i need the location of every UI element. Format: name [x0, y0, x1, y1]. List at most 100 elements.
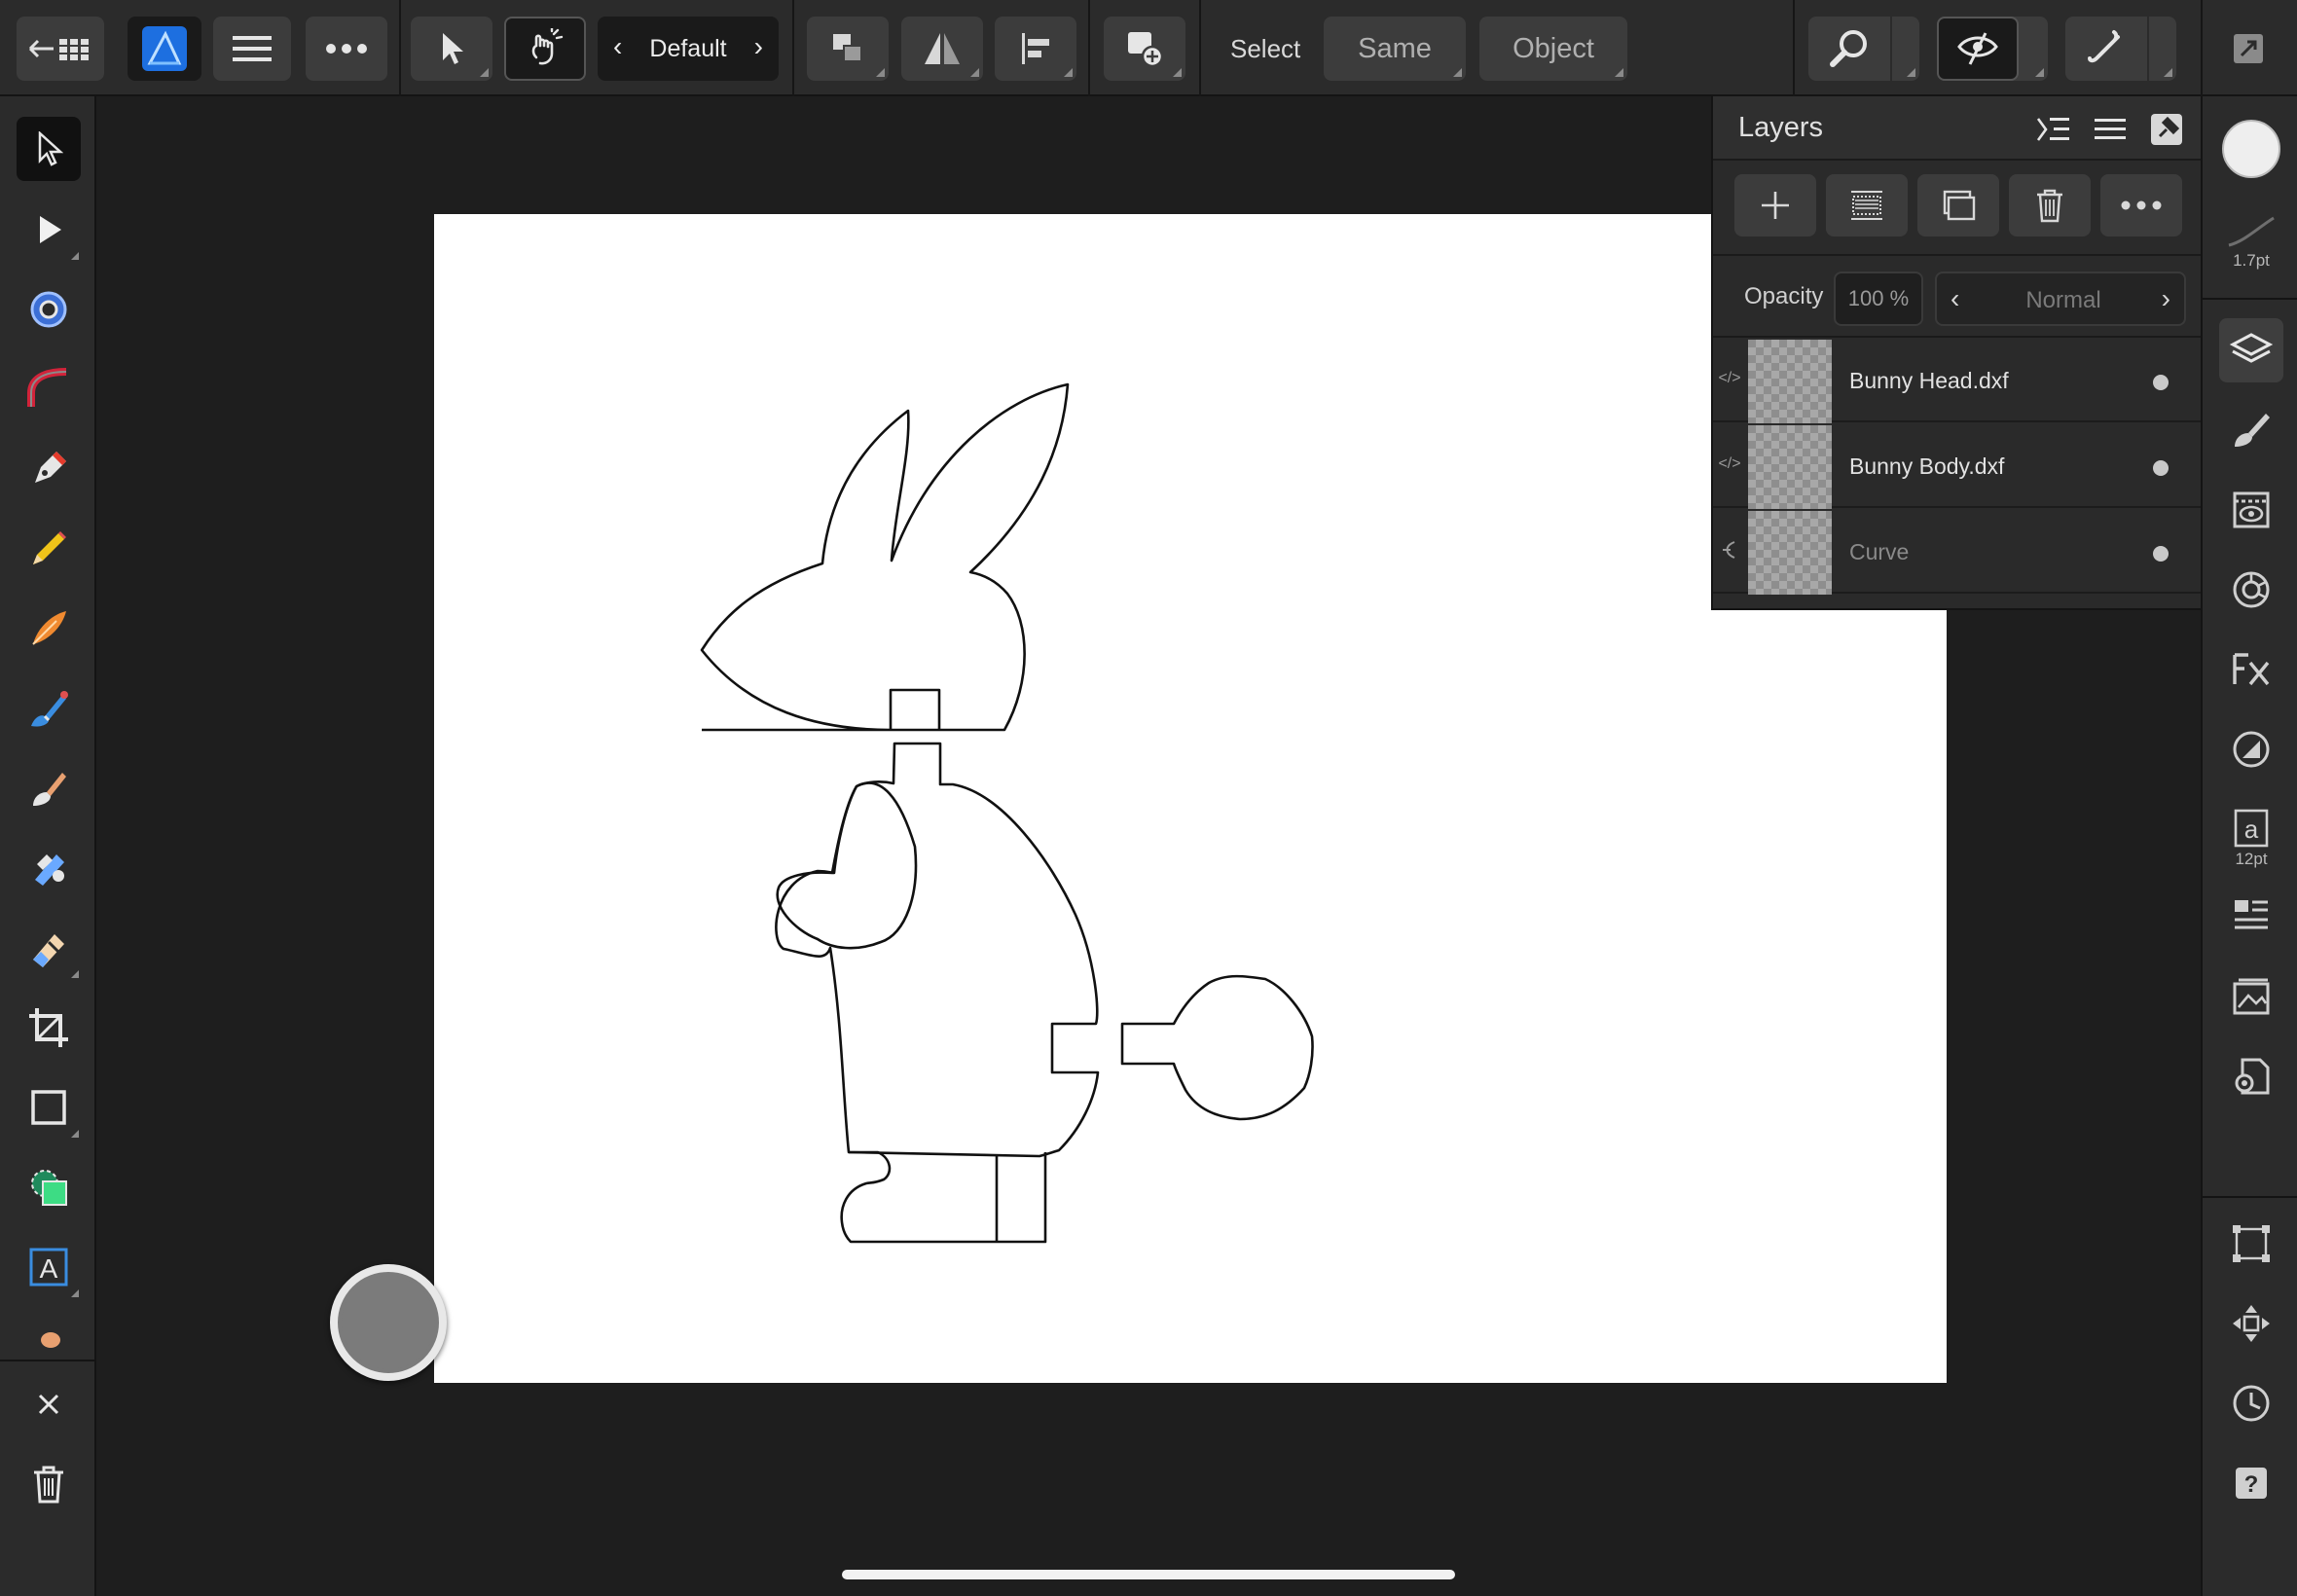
layer-row[interactable]: </> Bunny Head.dxf — [1713, 339, 2203, 423]
more-tools-partial[interactable] — [17, 1315, 81, 1348]
text-icon: a — [2234, 809, 2269, 848]
back-to-documents-button[interactable] — [17, 17, 104, 81]
panel-menu-button[interactable] — [2091, 110, 2130, 149]
curve-type-icon[interactable] — [1719, 539, 1740, 561]
select-same-button[interactable]: Same — [1324, 17, 1466, 81]
artistic-text-tool-icon: A — [29, 1248, 68, 1287]
navigator-studio-button[interactable] — [2219, 1291, 2283, 1356]
pin-panel-button[interactable] — [2147, 110, 2186, 149]
delete-button[interactable] — [17, 1452, 81, 1516]
add-layer-button[interactable] — [1734, 174, 1816, 236]
top-toolbar: ‹ Default › Select Same Object — [0, 0, 2297, 96]
vector-brush-tool[interactable] — [17, 597, 81, 661]
pointer-icon — [443, 33, 463, 64]
select-object-button[interactable]: Object — [1479, 17, 1627, 81]
blend-next-icon[interactable]: › — [2162, 283, 2170, 314]
toolbar-divider — [792, 0, 794, 96]
brushes-studio-button[interactable] — [2219, 398, 2283, 462]
preset-next-icon[interactable]: › — [754, 31, 763, 62]
hand-gesture-button[interactable] — [504, 17, 586, 81]
help-button[interactable]: ? — [2219, 1451, 2283, 1515]
fullscreen-button[interactable] — [2229, 29, 2268, 68]
layer-visibility-toggle[interactable] — [2153, 546, 2169, 562]
crop-tool-icon — [29, 1008, 68, 1047]
fill-color-swatch[interactable] — [2219, 118, 2283, 180]
help-icon: ? — [2236, 1468, 2267, 1499]
rectangle-tool[interactable] — [17, 1075, 81, 1140]
submenu-indicator — [1453, 68, 1462, 77]
layer-thumbnail — [1748, 340, 1832, 423]
persona-button[interactable] — [128, 17, 201, 81]
snapping-button[interactable] — [2065, 17, 2176, 81]
submenu-indicator — [71, 1130, 79, 1138]
fill-tool[interactable] — [17, 676, 81, 741]
preset-prev-icon[interactable]: ‹ — [613, 31, 622, 62]
layers-studio-button[interactable] — [2219, 318, 2283, 382]
layer-type-icon[interactable]: </> — [1718, 453, 1740, 475]
corner-tool[interactable] — [17, 357, 81, 421]
delete-layer-button[interactable] — [2009, 174, 2091, 236]
paragraph-studio-button[interactable] — [2219, 885, 2283, 949]
toolbar-divider — [399, 0, 401, 96]
paint-brush-tool[interactable] — [17, 756, 81, 820]
layer-type-icon[interactable]: </> — [1718, 368, 1740, 389]
transform-studio-button[interactable] — [2219, 1212, 2283, 1276]
stroke-width-control[interactable]: 1.7pt — [2219, 203, 2283, 281]
submenu-indicator — [1173, 68, 1182, 77]
align-button[interactable] — [995, 17, 1076, 81]
collapse-panel-button[interactable] — [2034, 110, 2073, 149]
history-studio-button[interactable] — [2219, 1371, 2283, 1435]
submenu-indicator — [2035, 68, 2044, 77]
node-tool[interactable] — [17, 198, 81, 262]
effects-studio-button[interactable] — [2219, 637, 2283, 702]
select-object-label: Object — [1513, 32, 1594, 64]
move-tool-context-button[interactable] — [411, 17, 492, 81]
point-transform-tool[interactable] — [17, 277, 81, 342]
flip-button[interactable] — [901, 17, 983, 81]
arrange-icon — [833, 34, 862, 62]
stock-studio-button[interactable] — [2219, 964, 2283, 1029]
move-tool-icon — [38, 131, 63, 166]
affinity-designer-logo — [142, 26, 187, 71]
blend-prev-icon[interactable]: ‹ — [1951, 283, 1959, 314]
shape-builder-tool[interactable] — [17, 1155, 81, 1219]
submenu-indicator — [480, 68, 489, 77]
zoom-button[interactable] — [1808, 17, 1919, 81]
opacity-field[interactable]: 100 % — [1834, 272, 1923, 326]
view-mode-toggle[interactable] — [1937, 17, 2019, 81]
pencil-tool[interactable] — [17, 517, 81, 581]
document-settings-button[interactable] — [2219, 1044, 2283, 1108]
color-studio-button[interactable] — [2219, 558, 2283, 622]
layer-row[interactable]: Curve — [1713, 510, 2203, 595]
appearance-studio-button[interactable] — [2219, 478, 2283, 542]
submenu-indicator — [970, 68, 979, 77]
add-mask-layer-button[interactable] — [1917, 174, 1999, 236]
command-controller[interactable] — [330, 1264, 447, 1381]
layer-visibility-toggle[interactable] — [2153, 460, 2169, 476]
appearance-icon — [2233, 491, 2270, 528]
close-button[interactable] — [17, 1372, 81, 1436]
insert-target-button[interactable] — [1104, 17, 1185, 81]
home-indicator[interactable] — [842, 1570, 1455, 1579]
tools-panel: A — [0, 96, 96, 1596]
pen-tool[interactable] — [17, 437, 81, 501]
pixel-tool[interactable] — [17, 836, 81, 900]
view-mode-button[interactable] — [1937, 17, 2048, 81]
layer-options-button[interactable] — [2100, 174, 2182, 236]
toolbar-divider — [2201, 0, 2203, 96]
preset-selector[interactable]: ‹ Default › — [598, 17, 779, 81]
more-options-button[interactable] — [306, 17, 387, 81]
erase-tool[interactable] — [17, 916, 81, 980]
styles-studio-button[interactable] — [2219, 717, 2283, 781]
crop-tool[interactable] — [17, 996, 81, 1060]
arrange-button[interactable] — [807, 17, 889, 81]
layer-row[interactable]: </> Bunny Body.dxf — [1713, 424, 2203, 509]
add-pixel-layer-button[interactable] — [1826, 174, 1908, 236]
move-tool[interactable] — [17, 117, 81, 181]
artistic-text-tool[interactable]: A — [17, 1235, 81, 1299]
layer-visibility-toggle[interactable] — [2153, 375, 2169, 390]
blend-mode-selector[interactable]: ‹ Normal › — [1935, 272, 2186, 326]
trash-icon — [34, 1466, 63, 1504]
menu-button[interactable] — [213, 17, 291, 81]
text-styles-studio-button[interactable]: a 12pt — [2219, 797, 2283, 881]
